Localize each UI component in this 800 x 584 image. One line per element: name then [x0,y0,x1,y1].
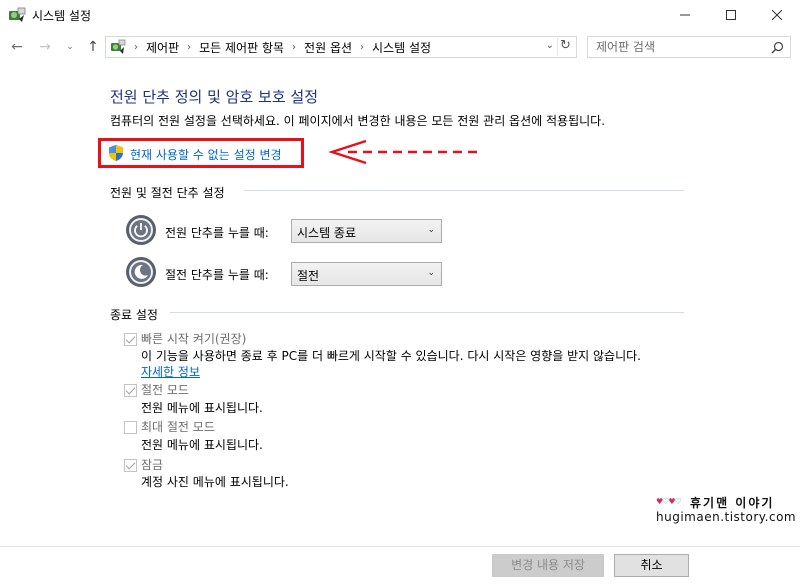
page-title: 전원 단추 정의 및 암호 보호 설정 [110,88,319,106]
close-button[interactable] [754,0,800,30]
arrow-left-icon: ← [11,39,23,55]
arrow-up-icon: ↑ [87,39,99,55]
sleep-mode-checkbox[interactable] [124,384,137,397]
buttons-section-title: 전원 및 절전 단추 설정 [110,186,225,200]
forward-button[interactable]: → [36,38,54,56]
sleep-button-label: 절전 단추를 누를 때: [165,268,269,282]
footer-divider [0,546,800,547]
up-button[interactable]: ↑ [84,38,102,56]
sleep-button-action-select[interactable]: 절전 ⌄ [291,262,442,286]
hibernate-label: 최대 절전 모드 [141,420,215,434]
power-options-icon [9,7,26,22]
power-button-label: 전원 단추를 누를 때: [165,226,269,240]
maximize-icon [726,10,736,20]
red-arrow-annotation-icon [328,139,478,165]
maximize-button[interactable] [708,0,754,30]
navigation-bar: ← → ⌄ ↑ › 제어판 › 모든 제어판 항목 › 전원 옵션 › 시스템 … [0,30,800,63]
chevron-down-icon: ⌄ [427,225,435,235]
fast-startup-description: 이 기능을 사용하면 종료 후 PC를 더 빠르게 시작할 수 있습니다. 다시… [141,349,641,363]
recent-locations-button[interactable]: ⌄ [61,38,79,56]
arrow-right-icon: → [39,39,51,55]
chevron-right-icon: › [134,41,138,53]
fast-startup-checkbox[interactable] [124,333,137,346]
address-bar[interactable]: › 제어판 › 모든 제어판 항목 › 전원 옵션 › 시스템 설정 ⌄ ↻ [105,36,577,58]
sleep-mode-description: 전원 메뉴에 표시됩니다. [141,401,263,415]
hibernate-checkbox[interactable] [124,421,137,434]
minimize-button[interactable] [662,0,708,30]
power-button-action-select[interactable]: 시스템 종료 ⌄ [291,219,442,243]
power-button-icon [126,215,156,245]
search-icon[interactable] [771,41,784,54]
sleep-button-action-value: 절전 [297,269,320,283]
chevron-right-icon: › [292,41,297,53]
control-panel-icon [111,39,126,54]
fast-startup-label: 빠른 시작 켜기(권장) [141,332,247,346]
chevron-right-icon: › [187,41,192,53]
sleep-mode-label: 절전 모드 [141,383,189,397]
chevron-right-icon: › [360,41,365,53]
power-button-action-value: 시스템 종료 [297,226,357,240]
address-dropdown-icon[interactable]: ⌄ [546,40,554,51]
lock-label: 잠금 [141,458,164,472]
lock-description: 계정 사진 메뉴에 표시됩니다. [141,475,289,489]
breadcrumb-power-options[interactable]: 전원 옵션 [304,39,352,56]
cancel-button[interactable]: 취소 [614,554,689,577]
shutdown-section-title: 종료 설정 [110,308,158,322]
section-divider [170,312,684,313]
watermark-hearts: ♥♡♥♡ [656,497,682,506]
title-bar: 시스템 설정 [0,0,800,30]
breadcrumb-control-panel[interactable]: 제어판 [146,39,179,56]
minimize-icon [680,14,690,16]
breadcrumb-all-items[interactable]: 모든 제어판 항목 [199,39,284,56]
uac-shield-icon [109,145,123,161]
close-icon [772,10,782,20]
chevron-down-icon: ⌄ [66,42,74,52]
watermark-blog-name: 휴기맨 이야기 [690,496,775,510]
sleep-button-icon [126,257,156,287]
window-title: 시스템 설정 [32,9,92,23]
refresh-icon[interactable]: ↻ [557,38,573,56]
search-input[interactable] [596,39,766,55]
more-info-link[interactable]: 자세한 정보 [141,363,200,380]
section-divider [244,190,684,191]
lock-checkbox[interactable] [124,459,137,472]
search-box[interactable] [587,36,791,58]
breadcrumb-system-settings[interactable]: 시스템 설정 [372,39,431,56]
chevron-down-icon: ⌄ [427,268,435,278]
change-unavailable-settings-link[interactable]: 현재 사용할 수 없는 설정 변경 [130,146,282,163]
save-changes-button[interactable]: 변경 내용 저장 [492,554,604,577]
hibernate-description: 전원 메뉴에 표시됩니다. [141,438,263,452]
page-description: 컴퓨터의 전원 설정을 선택하세요. 이 페이지에서 변경한 내용은 모든 전원… [110,114,606,128]
back-button[interactable]: ← [8,38,26,56]
watermark-url: hugimaen.tistory.com [656,510,797,524]
